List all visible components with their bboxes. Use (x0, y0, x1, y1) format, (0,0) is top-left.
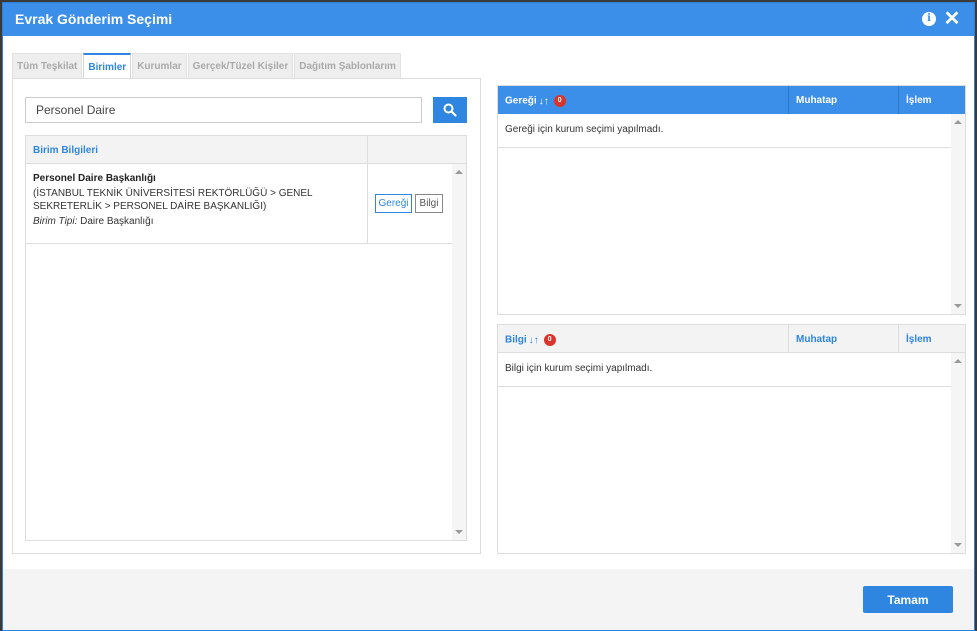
sort-icon: ↓↑ (538, 95, 549, 107)
close-icon[interactable]: ✕ (942, 8, 962, 30)
bilgi-title: Bilgi (505, 334, 527, 346)
header-divider (788, 86, 789, 114)
gereg-header-muhatap: Muhatap (796, 95, 838, 106)
header-divider (898, 325, 899, 353)
search-button[interactable] (433, 97, 467, 123)
bilgi-count-badge: 0 (543, 334, 556, 346)
sort-icon: ↓↑ (528, 334, 539, 346)
dialog-body: Tüm Teşkilat Birimler Kurumlar Gerçek/Tü… (3, 36, 974, 569)
search-icon (443, 103, 457, 117)
tamam-button[interactable]: Tamam (863, 586, 953, 613)
birim-type-value: Daire Başkanlığı (80, 216, 154, 227)
search-input[interactable] (25, 97, 422, 123)
header-divider (898, 86, 899, 114)
grid-header-birim-bilgileri: Birim Bilgileri (33, 145, 99, 156)
bilgi-empty-row: Bilgi için kurum seçimi yapılmadı. (498, 353, 951, 387)
birim-grid: Birim Bilgileri Personel Daire Başkanlığ… (25, 135, 467, 541)
gereg-empty-row: Gereği için kurum seçimi yapılmadı. (498, 114, 951, 148)
scroll-up-icon[interactable] (954, 359, 962, 363)
tab-birimler[interactable]: Birimler (83, 53, 132, 79)
gereg-button[interactable]: Gereği (375, 194, 412, 213)
scroll-down-icon[interactable] (954, 304, 962, 308)
birim-type: Birim Tipi: Daire Başkanlığı (33, 216, 154, 227)
grid-header-divider (367, 136, 368, 164)
birim-path: (İSTANBUL TEKNİK ÜNİVERSİTESİ REKTÖRLÜĞÜ… (33, 188, 313, 212)
tab-tum-teskilat[interactable]: Tüm Teşkilat (12, 53, 83, 79)
header-divider (788, 325, 789, 353)
birim-title: Personel Daire Başkanlığı (33, 173, 156, 184)
birim-type-label: Birim Tipi: (33, 216, 78, 227)
dialog-footer: Tamam (3, 569, 974, 630)
dialog: Evrak Gönderim Seçimi i ✕ Tüm Teşkilat B… (2, 2, 975, 631)
tab-gercek-tuzel-kisiler[interactable]: Gerçek/Tüzel Kişiler (187, 53, 294, 79)
gereg-header-islem: İşlem (906, 95, 932, 106)
bilgi-header-muhatap: Muhatap (796, 334, 838, 345)
gereg-panel: Gereği ↓↑ 0 Muhatap İşlem Gereği için kuru… (497, 85, 966, 315)
tab-kurumlar[interactable]: Kurumlar (132, 53, 187, 79)
bilgi-header-islem: İşlem (906, 334, 932, 345)
gereg-empty-message: Gereği için kurum seçimi yapılmadı. (505, 124, 664, 135)
dialog-titlebar: Evrak Gönderim Seçimi i ✕ (3, 3, 974, 36)
row-divider (367, 164, 368, 244)
table-row: Personel Daire Başkanlığı (İSTANBUL TEKN… (26, 164, 452, 244)
scroll-down-icon[interactable] (455, 530, 463, 534)
tab-bar: Tüm Teşkilat Birimler Kurumlar Gerçek/Tü… (12, 53, 402, 79)
bilgi-header: Bilgi ↓↑ 0 Muhatap İşlem (498, 325, 965, 353)
dialog-title: Evrak Gönderim Seçimi (15, 11, 173, 27)
birimler-panel: Birim Bilgileri Personel Daire Başkanlığ… (12, 78, 481, 554)
grid-header: Birim Bilgileri (26, 136, 466, 164)
tab-dagitim-sablonlarim[interactable]: Dağıtım Şablonlarım (294, 53, 401, 79)
bilgi-panel: Bilgi ↓↑ 0 Muhatap İşlem Bilgi için kurum … (497, 324, 966, 554)
scroll-up-icon[interactable] (455, 170, 463, 174)
gereg-title: Gereği (505, 95, 537, 107)
gereg-header-title[interactable]: Gereği ↓↑ 0 (505, 95, 566, 107)
gereg-header: Gereği ↓↑ 0 Muhatap İşlem (498, 86, 965, 114)
scroll-down-icon[interactable] (954, 543, 962, 547)
grid-scrollbar[interactable] (452, 164, 466, 540)
bilgi-header-title[interactable]: Bilgi ↓↑ 0 (505, 334, 556, 346)
gereg-scrollbar[interactable] (951, 114, 965, 314)
scroll-up-icon[interactable] (954, 120, 962, 124)
bilgi-button[interactable]: Bilgi (415, 194, 443, 213)
bilgi-empty-message: Bilgi için kurum seçimi yapılmadı. (505, 363, 653, 374)
info-icon[interactable]: i (922, 12, 936, 26)
gereg-count-badge: 0 (553, 95, 566, 107)
bilgi-scrollbar[interactable] (951, 353, 965, 553)
